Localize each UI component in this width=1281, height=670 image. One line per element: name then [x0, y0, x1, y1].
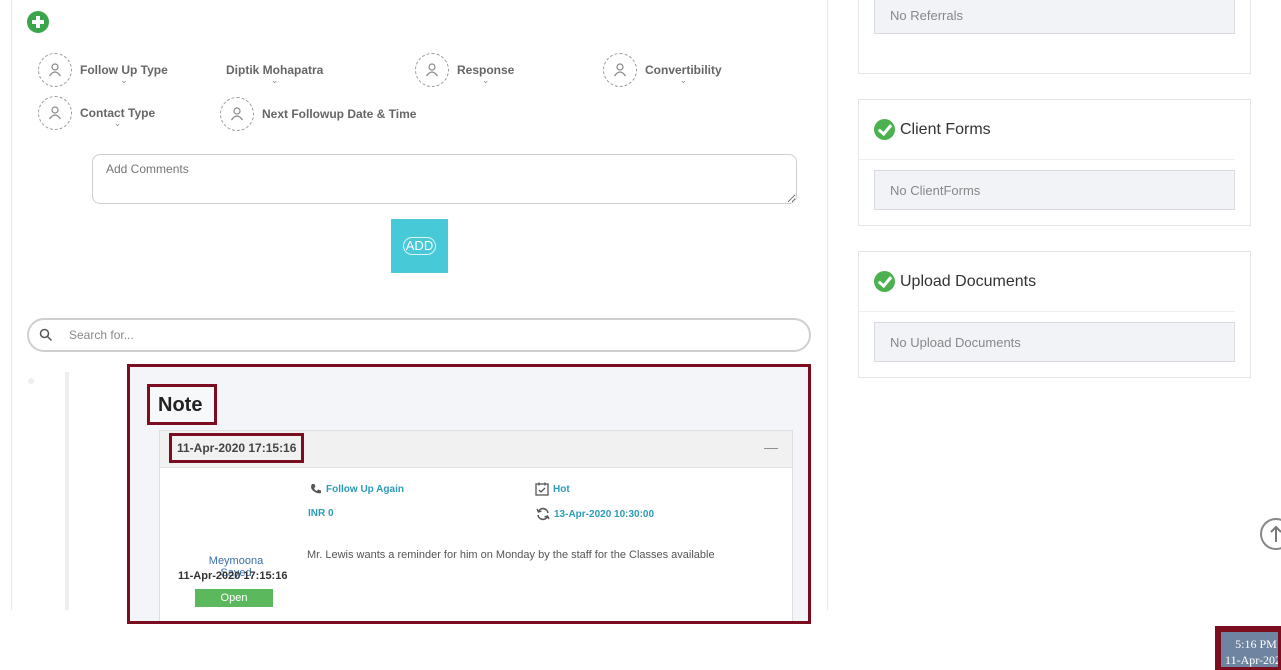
- check-circle-icon: [874, 271, 895, 292]
- refresh-icon: [536, 507, 550, 521]
- user-icon: [415, 53, 449, 87]
- search-icon: [39, 328, 53, 342]
- follow-up-detail: Follow Up Again: [310, 483, 404, 495]
- search-placeholder: Search for...: [69, 328, 134, 342]
- upload-documents-panel: Upload Documents No Upload Documents: [858, 251, 1251, 378]
- clock-date: 11-Apr-2020: [1225, 653, 1281, 667]
- timeline-dot: [28, 378, 34, 384]
- user-icon: [220, 97, 254, 131]
- taskbar-clock[interactable]: 5:16 PM 11-Apr-2020: [1215, 626, 1281, 670]
- note-date-highlight: 11-Apr-2020 17:15:16: [169, 433, 304, 463]
- contact-type-field[interactable]: Contact Type ⌄: [38, 96, 155, 130]
- chevron-down-icon: ⌄: [113, 118, 122, 128]
- collapse-icon[interactable]: —: [764, 439, 778, 455]
- response-label: Response ⌄: [457, 63, 515, 85]
- convertibility-field[interactable]: Convertibility ⌄: [603, 53, 722, 87]
- scroll-to-top-button[interactable]: [1260, 518, 1281, 550]
- note-author-date: 11-Apr-2020 17:15:16: [178, 570, 288, 582]
- calendar-check-icon: [535, 482, 549, 496]
- status-badge: Open: [195, 589, 273, 607]
- client-forms-header[interactable]: Client Forms: [859, 100, 1235, 160]
- phone-icon: [311, 484, 321, 494]
- convertibility-label: Convertibility ⌄: [645, 63, 722, 85]
- follow-up-type-field[interactable]: Follow Up Type ⌄: [38, 53, 168, 87]
- follow-up-text: Follow Up Again: [326, 483, 404, 495]
- upload-documents-header[interactable]: Upload Documents: [859, 252, 1235, 312]
- client-forms-empty: No ClientForms: [874, 170, 1235, 210]
- chevron-down-icon: ⌄: [270, 75, 279, 85]
- arrow-up-icon: [1270, 525, 1281, 542]
- client-forms-panel: Client Forms No ClientForms: [858, 99, 1251, 226]
- user-icon: [603, 53, 637, 87]
- chevron-down-icon: ⌄: [679, 75, 688, 85]
- referrals-panel: No Referrals: [858, 0, 1251, 74]
- note-title-highlight: Note: [147, 384, 217, 425]
- next-followup-label: Next Followup Date & Time: [262, 107, 417, 121]
- note-title: Note: [158, 394, 203, 416]
- upload-documents-empty: No Upload Documents: [874, 322, 1235, 362]
- assignee-field[interactable]: Diptik Mohapatra ⌄: [226, 53, 323, 87]
- next-date-detail: 13-Apr-2020 10:30:00: [536, 507, 654, 521]
- add-followup-icon[interactable]: [27, 11, 49, 33]
- note-card: 11-Apr-2020 17:15:16 — Follow Up Again H…: [159, 430, 793, 621]
- amount-detail: INR 0: [308, 508, 334, 519]
- timeline-line: [65, 372, 69, 610]
- referrals-empty: No Referrals: [874, 0, 1235, 34]
- add-button[interactable]: ADD: [391, 219, 448, 273]
- note-section: Note 11-Apr-2020 17:15:16 — Follow Up Ag…: [127, 364, 811, 624]
- add-button-label: ADD: [402, 237, 437, 255]
- contact-type-label: Contact Type ⌄: [80, 106, 156, 128]
- user-icon: [38, 53, 72, 87]
- note-text: Mr. Lewis wants a reminder for him on Mo…: [307, 549, 715, 561]
- note-card-header[interactable]: 11-Apr-2020 17:15:16 —: [160, 431, 792, 468]
- next-followup-field[interactable]: Next Followup Date & Time: [220, 97, 416, 131]
- search-input[interactable]: Search for...: [27, 318, 811, 352]
- amount-text: INR 0: [308, 508, 334, 519]
- status-tag-text: Hot: [553, 483, 570, 495]
- chevron-down-icon: ⌄: [481, 75, 490, 85]
- response-field[interactable]: Response ⌄: [415, 53, 514, 87]
- status-tag-detail: Hot: [535, 482, 570, 496]
- chevron-down-icon: ⌄: [120, 75, 128, 85]
- comments-field[interactable]: [92, 154, 797, 204]
- follow-up-type-label: Follow Up Type ⌄: [80, 63, 168, 85]
- note-date: 11-Apr-2020 17:15:16: [177, 441, 297, 455]
- next-date-text: 13-Apr-2020 10:30:00: [554, 508, 655, 520]
- user-icon: [38, 96, 72, 130]
- clock-display: 5:16 PM 11-Apr-2020: [1221, 632, 1281, 667]
- clock-time: 5:16 PM: [1235, 637, 1277, 651]
- client-forms-title: Client Forms: [900, 120, 991, 138]
- upload-documents-title: Upload Documents: [900, 272, 1037, 290]
- assignee-label: Diptik Mohapatra ⌄: [226, 63, 324, 85]
- check-circle-icon: [874, 119, 895, 140]
